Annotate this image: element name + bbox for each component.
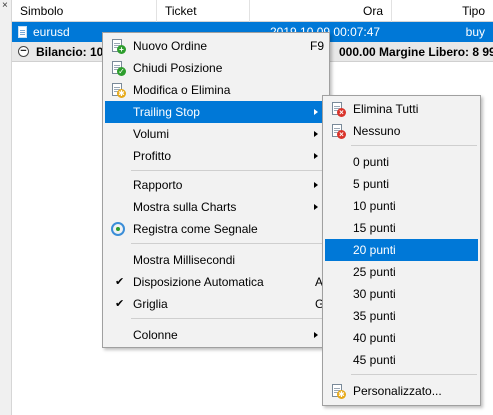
- menu-item-disposizione-automatica[interactable]: ✔ Disposizione Automatica A: [105, 271, 327, 293]
- column-header-tipo[interactable]: Tipo: [392, 0, 493, 22]
- free-margin-label: 000.00 Margine Libero: 8 994: [339, 45, 493, 59]
- submenu-item-5-punti[interactable]: 5 punti: [325, 173, 478, 195]
- symbol-label: eurusd: [33, 25, 70, 39]
- submenu-item-40-punti[interactable]: 40 punti: [325, 327, 478, 349]
- menu-item-griglia[interactable]: ✔ Griglia G: [105, 293, 327, 315]
- menu-item-mostra-charts[interactable]: Mostra sulla Charts: [105, 196, 327, 218]
- menu-separator: [351, 374, 477, 375]
- menu-item-nuovo-ordine[interactable]: + Nuovo Ordine F9: [105, 35, 327, 57]
- context-menu: + Nuovo Ordine F9 ✓ Chiudi Posizione ✱ M…: [102, 32, 330, 348]
- column-header-ora[interactable]: Ora: [250, 0, 392, 22]
- menu-separator: [131, 243, 327, 244]
- balance-label: Bilancio: 10: [36, 45, 104, 59]
- checkmark-icon: ✔: [115, 276, 125, 288]
- collapse-icon[interactable]: −: [18, 46, 29, 57]
- menu-item-profitto[interactable]: Profitto: [105, 145, 327, 167]
- submenu-item-personalizzato[interactable]: ✱ Personalizzato...: [325, 380, 478, 402]
- position-icon: [18, 26, 27, 38]
- none-icon: ×: [330, 123, 346, 139]
- submenu-arrow-icon: [314, 131, 318, 137]
- close-position-icon: ✓: [110, 60, 126, 76]
- close-icon[interactable]: ×: [2, 0, 8, 11]
- menu-item-chiudi-posizione[interactable]: ✓ Chiudi Posizione: [105, 57, 327, 79]
- delete-all-icon: ×: [330, 101, 346, 117]
- new-order-icon: +: [110, 38, 126, 54]
- submenu-arrow-icon: [314, 109, 318, 115]
- submenu-item-elimina-tutti[interactable]: × Elimina Tutti: [325, 98, 478, 120]
- menu-item-registra-segnale[interactable]: Registra come Segnale: [105, 218, 327, 240]
- custom-icon: ✱: [330, 383, 346, 399]
- submenu-item-30-punti[interactable]: 30 punti: [325, 283, 478, 305]
- table-header: Simbolo Ticket Ora Tipo: [12, 0, 493, 22]
- menu-item-mostra-millisecondi[interactable]: Mostra Millisecondi: [105, 249, 327, 271]
- menu-separator: [131, 318, 327, 319]
- submenu-item-35-punti[interactable]: 35 punti: [325, 305, 478, 327]
- submenu-item-nessuno[interactable]: × Nessuno: [325, 120, 478, 142]
- type-cell: buy: [465, 25, 485, 39]
- menu-item-rapporto[interactable]: Rapporto: [105, 174, 327, 196]
- menu-separator: [131, 170, 327, 171]
- menu-item-colonne[interactable]: Colonne: [105, 324, 327, 346]
- submenu-item-10-punti[interactable]: 10 punti: [325, 195, 478, 217]
- submenu-arrow-icon: [314, 204, 318, 210]
- menu-item-trailing-stop[interactable]: Trailing Stop: [105, 101, 327, 123]
- menu-item-modifica-elimina[interactable]: ✱ Modifica o Elimina: [105, 79, 327, 101]
- modify-icon: ✱: [110, 82, 126, 98]
- symbol-cell: eurusd: [18, 25, 70, 39]
- submenu-item-15-punti[interactable]: 15 punti: [325, 217, 478, 239]
- column-header-ticket[interactable]: Ticket: [157, 0, 250, 22]
- submenu-item-25-punti[interactable]: 25 punti: [325, 261, 478, 283]
- submenu-arrow-icon: [314, 153, 318, 159]
- signal-icon: [110, 221, 126, 237]
- trailing-stop-submenu: × Elimina Tutti × Nessuno 0 punti 5 punt…: [322, 95, 481, 406]
- submenu-item-20-punti[interactable]: 20 punti: [325, 239, 478, 261]
- checkmark-icon: ✔: [115, 298, 125, 310]
- column-header-simbolo[interactable]: Simbolo: [12, 0, 157, 22]
- submenu-arrow-icon: [314, 182, 318, 188]
- submenu-arrow-icon: [314, 332, 318, 338]
- toolbox-strip: ×: [0, 0, 12, 415]
- submenu-item-0-punti[interactable]: 0 punti: [325, 151, 478, 173]
- submenu-item-45-punti[interactable]: 45 punti: [325, 349, 478, 371]
- menu-separator: [351, 145, 477, 146]
- menu-item-volumi[interactable]: Volumi: [105, 123, 327, 145]
